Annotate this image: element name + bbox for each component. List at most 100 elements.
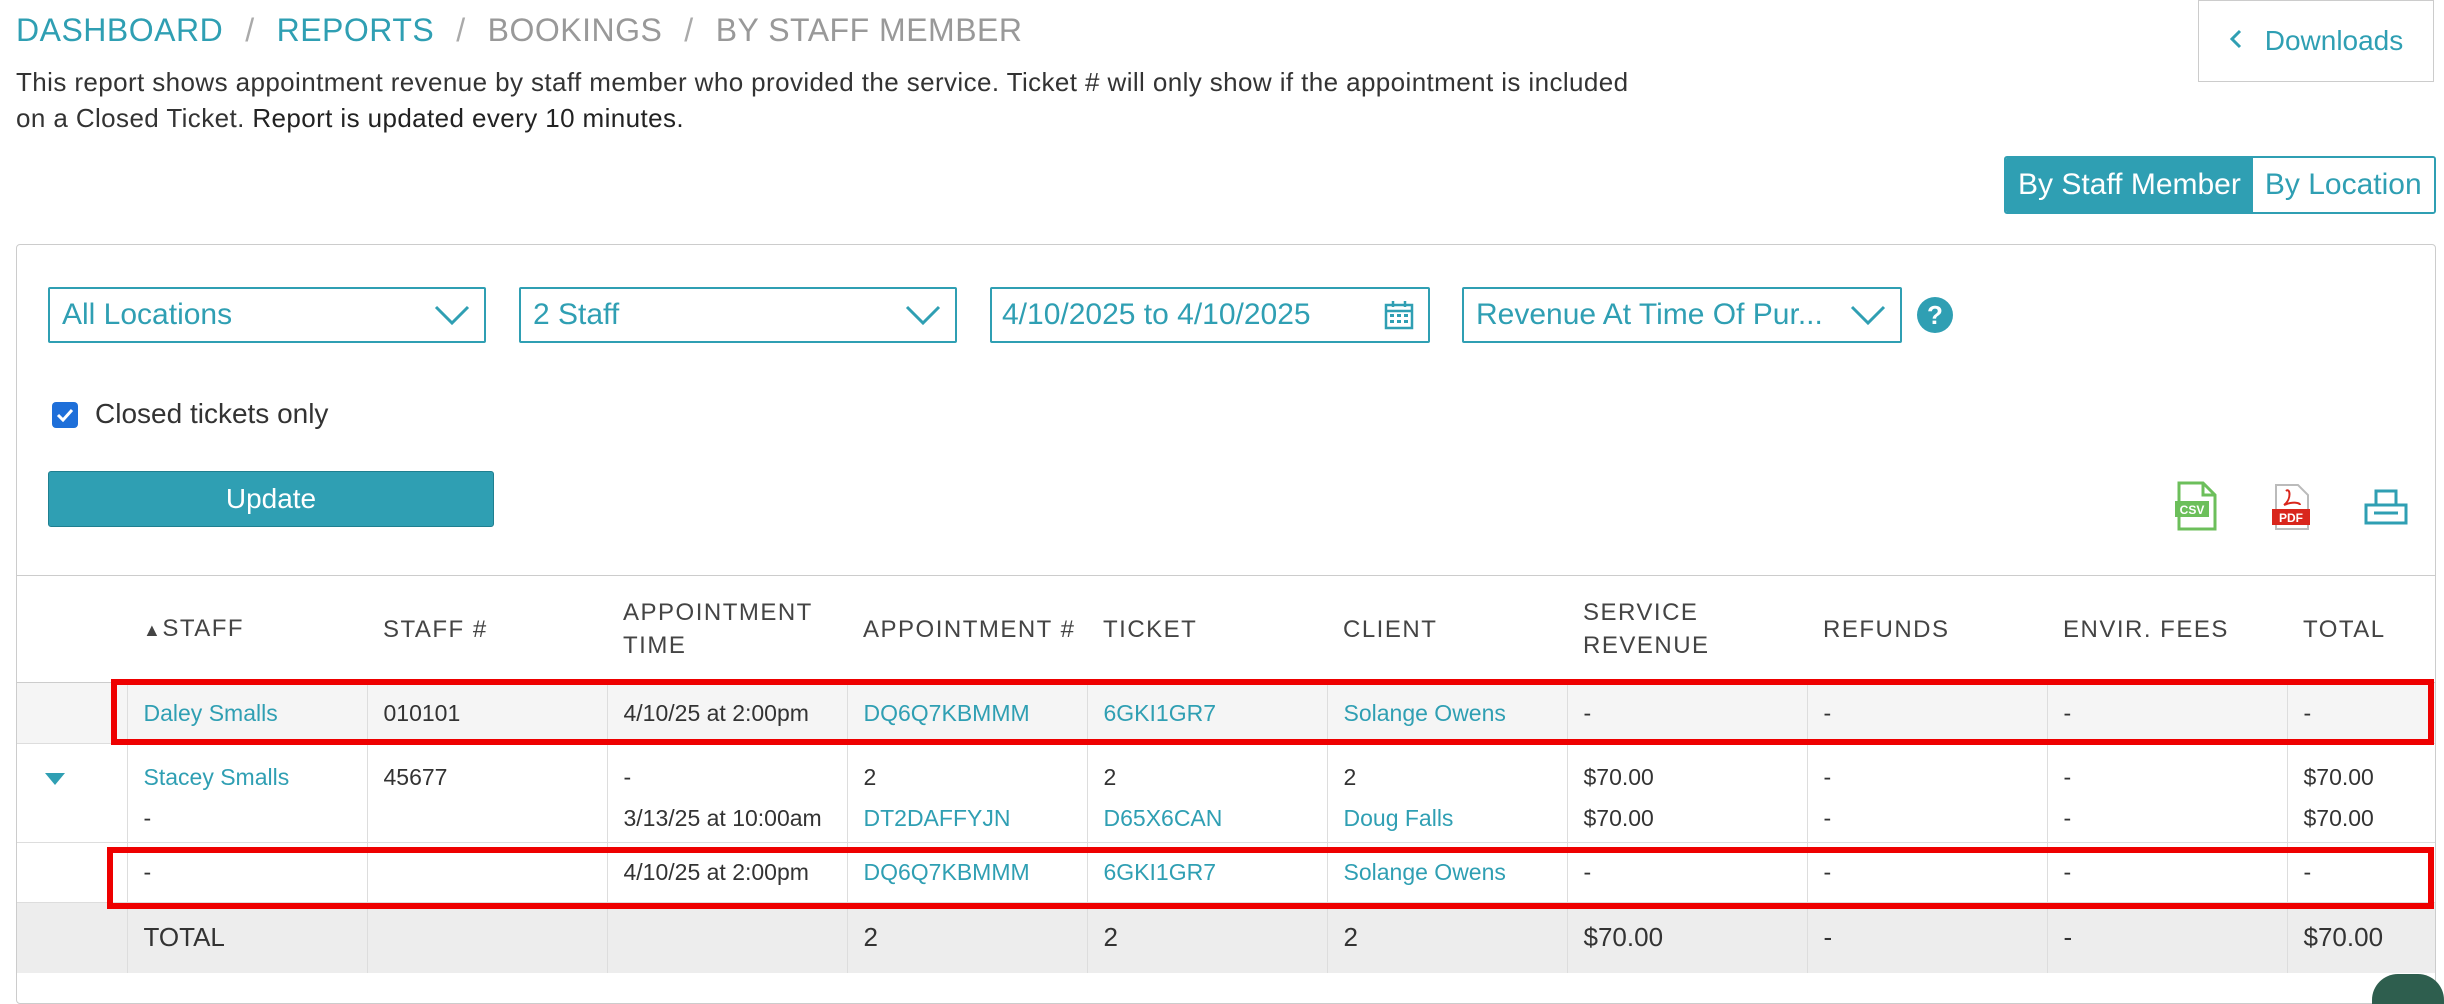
total-cell: - [2286,682,2435,744]
envir-fees-cell: - [2046,682,2287,744]
calendar-icon[interactable] [1384,300,1414,330]
appointment-time-cell: 3/13/25 at 10:00am [606,794,847,843]
chevron-down-icon [905,305,941,326]
total-envir-fees-cell: - [2046,902,2287,973]
staff-link[interactable]: Daley Smalls [126,682,367,744]
date-range-input[interactable]: 4/10/2025 to 4/10/2025 [990,287,1430,343]
ticket-link[interactable]: D65X6CAN [1086,794,1327,843]
ticket-link[interactable]: 6GKI1GR7 [1086,682,1327,744]
csv-export-icon[interactable]: CSV [2173,481,2219,538]
client-count-cell: 2 [1326,743,1567,795]
appointment-time-column-header[interactable]: APPOINTMENT TIME [607,575,847,683]
staff-cell: - [126,842,367,903]
breadcrumb-bookings: BOOKINGS [487,12,663,48]
locations-select-value: All Locations [62,298,233,331]
total-clients-cell: 2 [1326,902,1567,973]
staff-link[interactable]: Stacey Smalls [126,743,367,795]
ticket-count-cell: 2 [1086,743,1327,795]
client-link[interactable]: Solange Owens [1326,842,1567,903]
service-revenue-cell: $70.00 [1566,743,1807,795]
appointment-count-cell: 2 [846,743,1087,795]
refunds-cell: - [1806,794,2047,843]
table-row: - 3/13/25 at 10:00am DT2DAFFYJN D65X6CAN… [17,794,2435,843]
breadcrumb-separator: / [456,12,466,48]
breadcrumb-separator: / [684,12,694,48]
chevron-left-icon [2229,26,2243,57]
appointment-link[interactable]: DQ6Q7KBMMM [846,842,1087,903]
chat-widget-button[interactable] [2372,974,2444,1004]
totals-row: TOTAL 2 2 2 $70.00 - - $70.00 [17,902,2435,973]
by-location-toggle[interactable]: By Location [2252,158,2434,212]
client-link[interactable]: Doug Falls [1326,794,1567,843]
description-update-note: Report is updated every 10 minutes. [252,103,685,133]
staff-number-cell: 45677 [366,743,607,795]
envir-fees-cell: - [2046,842,2287,903]
staff-number-cell: 010101 [366,682,607,744]
service-revenue-column-header[interactable]: SERVICE REVENUE [1567,575,1807,683]
sort-ascending-icon: ▲ [143,619,163,640]
breadcrumb-separator: / [245,12,255,48]
by-staff-member-toggle[interactable]: By Staff Member [2006,158,2253,212]
update-button[interactable]: Update [48,471,494,527]
client-link[interactable]: Solange Owens [1326,682,1567,744]
checkmark-icon [56,408,74,422]
pdf-export-icon[interactable]: PDF [2270,483,2314,536]
breadcrumb-dashboard-link[interactable]: DASHBOARD [16,12,223,48]
totals-label: TOTAL [126,902,367,973]
staff-cell: - [126,794,367,843]
total-appointments-cell: 2 [846,902,1087,973]
pdf-icon-label: PDF [2279,511,2303,525]
client-column-header[interactable]: CLIENT [1327,575,1567,683]
service-revenue-cell: $70.00 [1566,794,1807,843]
staff-column-header[interactable]: ▲STAFF [127,575,367,683]
report-table: ▲STAFF STAFF # APPOINTMENT TIME APPOINTME… [17,575,2435,973]
csv-icon-label: CSV [2180,503,2205,517]
expand-column-header [17,575,127,683]
chevron-down-icon [434,305,470,326]
staff-number-cell [366,842,607,903]
view-toggle: By Staff Member By Location [2004,156,2436,214]
staff-select-value: 2 Staff [533,298,620,331]
date-range-value: 4/10/2025 to 4/10/2025 [1002,298,1311,331]
closed-tickets-label[interactable]: Closed tickets only [95,398,328,430]
envir-fees-cell: - [2046,794,2287,843]
total-refunds-cell: - [1806,902,2047,973]
table-row: Daley Smalls 010101 4/10/25 at 2:00pm DQ… [17,682,2435,744]
closed-tickets-checkbox[interactable] [52,402,78,428]
caret-down-icon [45,772,65,785]
locations-select[interactable]: All Locations [48,287,486,343]
total-column-header[interactable]: TOTAL [2287,575,2435,683]
report-description: This report shows appointment revenue by… [16,64,1636,136]
staff-select[interactable]: 2 Staff [519,287,957,343]
refunds-cell: - [1806,842,2047,903]
table-row: - 4/10/25 at 2:00pm DQ6Q7KBMMM 6GKI1GR7 … [17,842,2435,903]
appointment-link[interactable]: DQ6Q7KBMMM [846,682,1087,744]
appointment-number-column-header[interactable]: APPOINTMENT # [847,575,1087,683]
total-cell: $70.00 [2286,794,2435,843]
refunds-column-header[interactable]: REFUNDS [1807,575,2047,683]
total-service-revenue-cell: $70.00 [1566,902,1807,973]
staff-number-column-header[interactable]: STAFF # [367,575,607,683]
service-revenue-cell: - [1566,842,1807,903]
envir-fees-column-header[interactable]: ENVIR. FEES [2047,575,2287,683]
print-icon[interactable] [2364,487,2408,532]
downloads-label: Downloads [2264,25,2404,56]
breadcrumb-reports-link[interactable]: REPORTS [277,12,435,48]
refunds-cell: - [1806,682,2047,744]
ticket-link[interactable]: 6GKI1GR7 [1086,842,1327,903]
refunds-cell: - [1806,743,2047,795]
help-icon[interactable]: ? [1917,297,1953,333]
revenue-type-select[interactable]: Revenue At Time Of Pur... [1462,287,1902,343]
appointment-time-cell: 4/10/25 at 2:00pm [606,682,847,744]
downloads-button[interactable]: Downloads [2198,0,2434,82]
ticket-column-header[interactable]: TICKET [1087,575,1327,683]
service-revenue-cell: - [1566,682,1807,744]
breadcrumb-current: BY STAFF MEMBER [715,12,1023,48]
staff-number-cell [366,794,607,843]
chevron-down-icon [1850,305,1886,326]
total-cell: $70.00 [2286,743,2435,795]
grand-total-cell: $70.00 [2286,902,2435,973]
envir-fees-cell: - [2046,743,2287,795]
appointment-link[interactable]: DT2DAFFYJN [846,794,1087,843]
expand-toggle[interactable] [17,744,127,795]
